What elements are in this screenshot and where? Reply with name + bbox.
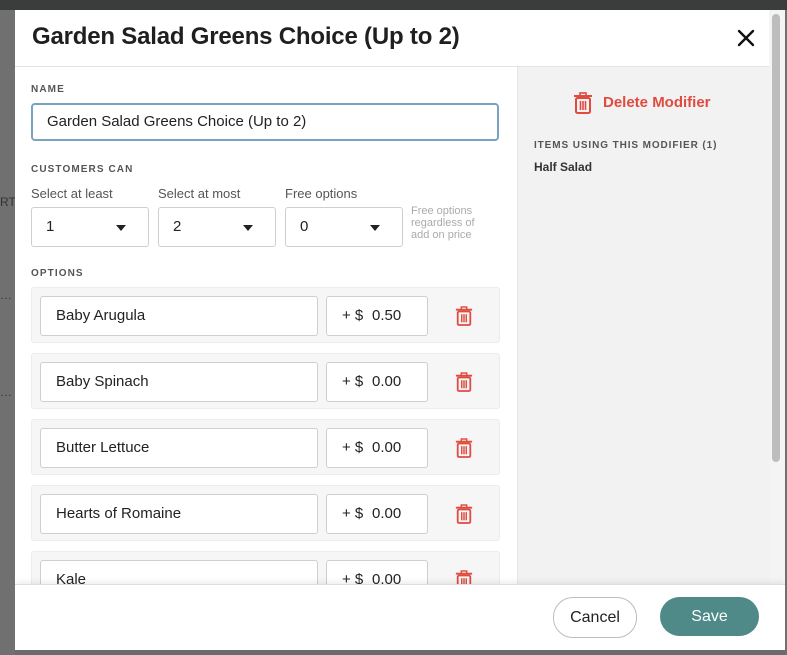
trash-icon[interactable] — [455, 437, 473, 459]
option-row: Butter Lettuce + $ 0.00 — [31, 419, 500, 475]
trash-icon[interactable] — [455, 305, 473, 327]
modal-scrollbar-thumb[interactable] — [772, 14, 780, 462]
option-name-input[interactable]: Butter Lettuce — [40, 428, 318, 468]
option-price-input[interactable]: + $ 0.00 — [326, 428, 428, 468]
customers-section-label: CUSTOMERS CAN — [31, 164, 134, 175]
price-prefix: + $ — [342, 439, 364, 456]
option-name-input[interactable]: Baby Arugula — [40, 296, 318, 336]
name-section-label: NAME — [31, 84, 65, 95]
backdrop-fragment-dots-2: … — [0, 385, 12, 399]
option-row: Kale + $ 0.00 — [31, 551, 500, 584]
items-using-label: ITEMS USING THIS MODIFIER (1) — [534, 140, 718, 151]
backdrop-fragment-dots: … — [0, 288, 12, 302]
option-row: Hearts of Romaine + $ 0.00 — [31, 485, 500, 541]
select-at-most-label: Select at most — [158, 186, 241, 201]
select-at-most-dropdown[interactable]: 2 — [158, 207, 276, 247]
option-price-value: 0.50 — [372, 307, 402, 324]
free-options-dropdown[interactable]: 0 — [285, 207, 403, 247]
save-button[interactable]: Save — [660, 597, 759, 636]
option-price-input[interactable]: + $ 0.00 — [326, 560, 428, 584]
trash-icon[interactable] — [455, 503, 473, 525]
modal-header: Garden Salad Greens Choice (Up to 2) — [15, 10, 785, 67]
cancel-button[interactable]: Cancel — [553, 597, 637, 638]
option-price-value: 0.00 — [372, 373, 402, 390]
option-name-input[interactable]: Kale — [40, 560, 318, 584]
option-price-input[interactable]: + $ 0.00 — [326, 494, 428, 534]
trash-icon — [574, 92, 592, 114]
price-prefix: + $ — [342, 307, 364, 324]
delete-modifier-button[interactable]: Delete Modifier — [573, 92, 711, 116]
chevron-down-icon — [370, 225, 380, 231]
chevron-down-icon — [116, 225, 126, 231]
options-section-label: OPTIONS — [31, 268, 84, 279]
modal-footer: Cancel Save — [15, 584, 785, 650]
linked-item[interactable]: Half Salad — [534, 160, 592, 174]
price-prefix: + $ — [342, 373, 364, 390]
option-price-input[interactable]: + $ 0.50 — [326, 296, 428, 336]
page-backdrop — [0, 10, 15, 655]
modifier-name-input[interactable]: Garden Salad Greens Choice (Up to 2) — [31, 103, 499, 141]
free-options-value: 0 — [300, 218, 309, 235]
option-price-value: 0.00 — [372, 505, 402, 522]
trash-icon[interactable] — [455, 569, 473, 584]
option-name-input[interactable]: Baby Spinach — [40, 362, 318, 402]
select-at-least-label: Select at least — [31, 186, 113, 201]
free-options-label: Free options — [285, 186, 358, 201]
option-price-input[interactable]: + $ 0.00 — [326, 362, 428, 402]
free-options-hint: Free options regardless of add on price — [411, 205, 475, 241]
close-icon[interactable] — [734, 26, 758, 50]
chevron-down-icon — [243, 225, 253, 231]
trash-icon[interactable] — [455, 371, 473, 393]
modal-title: Garden Salad Greens Choice (Up to 2) — [32, 23, 460, 50]
option-name-input[interactable]: Hearts of Romaine — [40, 494, 318, 534]
backdrop-fragment-rt: RT — [0, 195, 16, 209]
select-at-least-value: 1 — [46, 218, 55, 235]
modifier-sidebar: Delete Modifier ITEMS USING THIS MODIFIE… — [517, 67, 770, 584]
option-price-value: 0.00 — [372, 571, 402, 584]
modifier-form: NAME Garden Salad Greens Choice (Up to 2… — [15, 67, 517, 584]
app-top-bar — [0, 0, 787, 10]
select-at-most-value: 2 — [173, 218, 182, 235]
option-row: Baby Spinach + $ 0.00 — [31, 353, 500, 409]
option-row: Baby Arugula + $ 0.50 — [31, 287, 500, 343]
delete-modifier-label: Delete Modifier — [603, 94, 711, 111]
select-at-least-dropdown[interactable]: 1 — [31, 207, 149, 247]
price-prefix: + $ — [342, 571, 364, 584]
option-price-value: 0.00 — [372, 439, 402, 456]
edit-modifier-modal: Garden Salad Greens Choice (Up to 2) NAM… — [15, 10, 785, 650]
price-prefix: + $ — [342, 505, 364, 522]
